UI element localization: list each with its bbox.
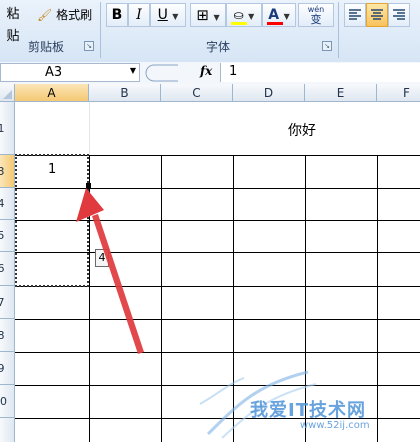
row-header-4[interactable]: 4	[0, 188, 15, 220]
row-number: 5	[0, 229, 5, 242]
align-center-icon	[371, 9, 383, 20]
phonetic-bottom-label: 变	[310, 13, 322, 26]
row-number: 7	[0, 295, 5, 309]
bold-icon: B	[111, 7, 123, 23]
worksheet-grid[interactable]: A B C D E F 1 3 4 5 6 7 8 9 10 你好 1 4	[0, 84, 420, 442]
gridline	[89, 102, 90, 155]
borders-button[interactable]: ⊞ ▼	[190, 3, 226, 27]
fill-color-button[interactable]: ⛀ ▼	[226, 3, 262, 27]
select-all-triangle-icon	[3, 90, 12, 99]
row-header-8[interactable]: 8	[0, 319, 15, 352]
table-border	[161, 155, 162, 442]
paintbrush-icon: 🖌	[37, 8, 53, 22]
chevron-down-icon: ▼	[283, 12, 290, 21]
border-grid-icon: ⊞	[196, 6, 209, 24]
align-left-button[interactable]	[344, 3, 366, 27]
chevron-down-icon: ▼	[213, 13, 220, 22]
highlight-color-bar	[231, 22, 247, 25]
row-header-5[interactable]: 5	[0, 220, 15, 252]
column-header-c[interactable]: C	[161, 84, 233, 102]
row-header-11[interactable]	[0, 418, 15, 442]
row-number: 9	[0, 361, 5, 375]
align-left-icon	[349, 9, 361, 20]
column-header-f[interactable]: F	[377, 84, 420, 102]
row-number: 8	[0, 328, 5, 342]
chevron-down-icon[interactable]: ▼	[130, 66, 136, 75]
align-right-button[interactable]	[388, 3, 410, 27]
row-number: 10	[0, 394, 7, 408]
row-number: 3	[0, 164, 5, 178]
italic-button[interactable]: I	[128, 3, 150, 27]
row-number: 4	[0, 197, 5, 210]
underline-icon: U	[157, 7, 168, 23]
watermark-text: 我爱IT技术网	[250, 400, 366, 421]
font-color-bar	[267, 22, 283, 25]
row-header-1[interactable]: 1	[0, 102, 15, 155]
align-center-button[interactable]	[366, 3, 388, 27]
underline-button[interactable]: U ▼	[150, 3, 186, 27]
paste-button[interactable]: 粘贴	[0, 3, 26, 44]
ribbon: 粘贴 🖌 格式刷 剪贴板 ↘ B I U ▼ ⊞ ▼ ⛀ ▼ A ▼ wén 变…	[0, 0, 420, 63]
row-header-10[interactable]: 10	[0, 385, 15, 418]
phonetic-guide-button[interactable]: wén 变	[298, 3, 334, 27]
clipboard-dialog-launcher-icon[interactable]: ↘	[84, 41, 94, 51]
formula-controls: fx	[142, 64, 220, 82]
group-divider	[338, 2, 339, 58]
font-color-button[interactable]: A ▼	[262, 3, 296, 27]
insert-function-button[interactable]: fx	[200, 64, 212, 78]
header-text-cell[interactable]: 你好	[288, 120, 316, 140]
font-color-icon: A	[268, 7, 280, 23]
format-painter-label: 格式刷	[56, 8, 93, 22]
formula-value: 1	[229, 64, 238, 79]
paint-bucket-icon: ⛀	[233, 8, 244, 22]
row-number: 6	[0, 262, 5, 275]
column-header-a[interactable]: A	[15, 84, 89, 102]
italic-icon: I	[136, 7, 142, 23]
row-header-6[interactable]: 6	[0, 252, 15, 286]
name-box-value: A3	[45, 65, 63, 80]
formula-input[interactable]: 1	[220, 63, 420, 82]
splitter-handle-icon[interactable]	[142, 64, 182, 82]
font-group-label: 字体	[205, 40, 230, 54]
clipboard-group-label: 剪贴板	[27, 40, 64, 54]
select-all-button[interactable]	[0, 84, 15, 102]
name-box[interactable]: A3 ▼	[0, 63, 140, 82]
align-right-icon	[393, 9, 405, 20]
row-header-9[interactable]: 9	[0, 352, 15, 385]
chevron-down-icon: ▼	[248, 12, 255, 21]
bold-button[interactable]: B	[106, 3, 128, 27]
column-header-b[interactable]: B	[89, 84, 161, 102]
row-number: 1	[0, 121, 5, 135]
column-header-d[interactable]: D	[233, 84, 305, 102]
row-header-3[interactable]: 3	[0, 155, 15, 188]
column-header-e[interactable]: E	[305, 84, 377, 102]
red-arrow-icon	[76, 188, 144, 354]
watermark-url: www.52ij.com	[300, 420, 370, 431]
chevron-down-icon: ▼	[172, 12, 179, 21]
row-header-7[interactable]: 7	[0, 286, 15, 319]
format-painter-button[interactable]: 🖌 格式刷	[36, 3, 96, 27]
font-dialog-launcher-icon[interactable]: ↘	[322, 41, 332, 51]
